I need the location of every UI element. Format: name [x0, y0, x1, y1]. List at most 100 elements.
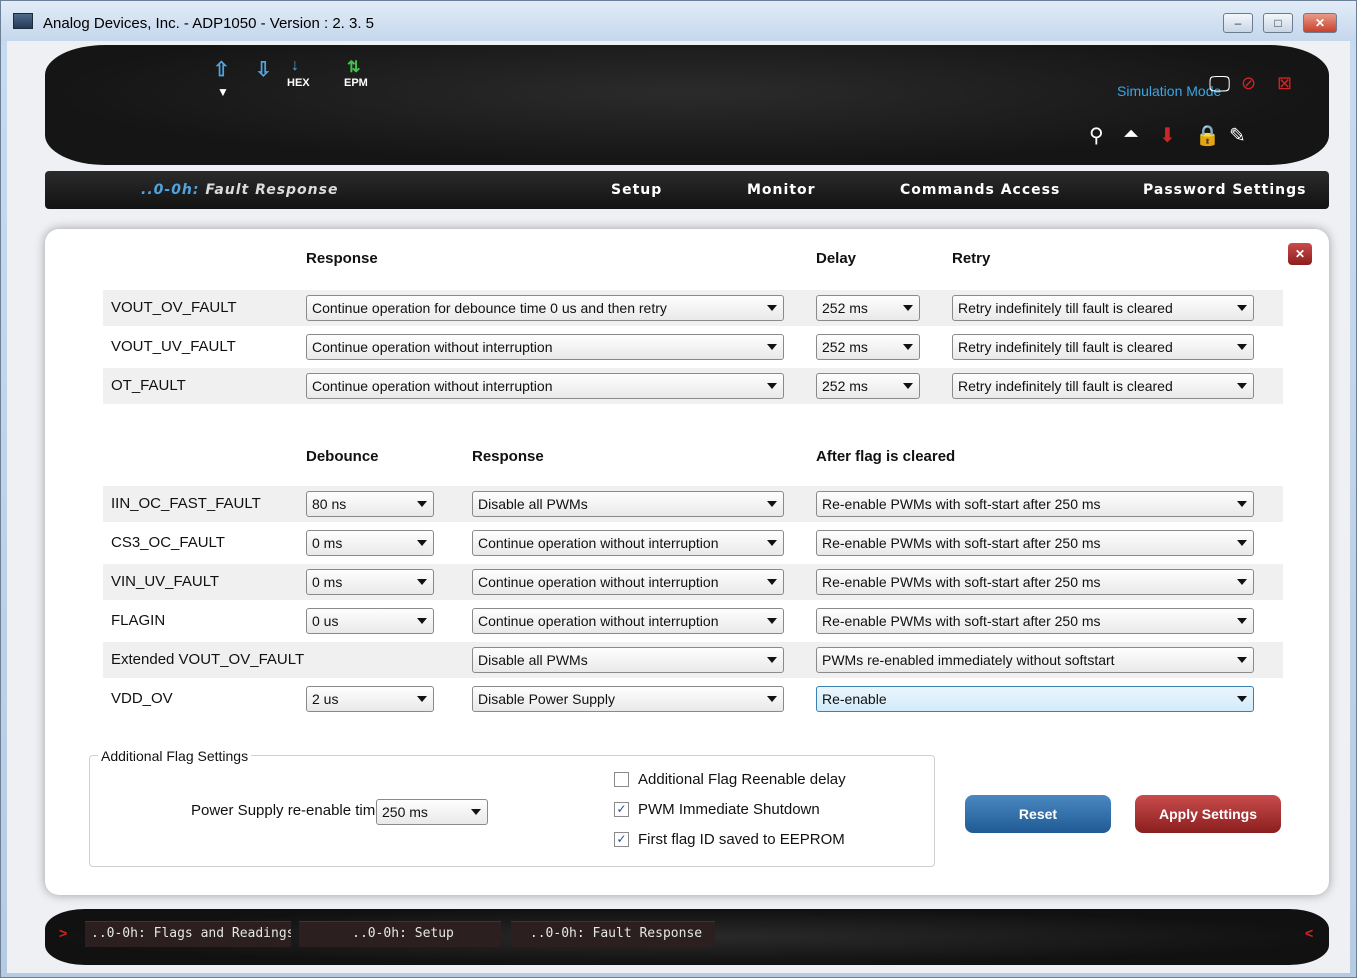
tab-monitor[interactable]: Monitor [747, 182, 816, 198]
bottom-tab-setup[interactable]: ..0-0h: Setup [299, 921, 501, 947]
delay-dropdown[interactable]: 252 ms [816, 295, 920, 321]
chevron-down-icon [1237, 540, 1247, 546]
response-dropdown[interactable]: Disable Power Supply [472, 686, 784, 712]
pwm-immediate-shutdown-checkbox[interactable]: ✓ [614, 802, 629, 817]
chip-download-icon[interactable]: ⬇ [1159, 123, 1176, 148]
epm-button[interactable]: EPM [344, 77, 368, 89]
client-area: ⇧ ▼ ⇩ ↓ HEX ⇅ EPM Simulation Mode 🖵 ⊘ ⊠ … [7, 41, 1350, 973]
after-flag-dropdown[interactable]: Re-enable PWMs with soft-start after 250… [816, 569, 1254, 595]
response-dropdown[interactable]: Continue operation without interruption [472, 569, 784, 595]
chevron-down-icon [903, 305, 913, 311]
response-dropdown[interactable]: Continue operation without interruption [472, 530, 784, 556]
retry-dropdown[interactable]: Retry indefinitely till fault is cleared [952, 295, 1254, 321]
window-close-button[interactable]: ✕ [1303, 13, 1337, 33]
chevron-down-icon [1237, 501, 1247, 507]
chevron-down-icon [767, 383, 777, 389]
after-flag-dropdown[interactable]: Re-enable [816, 686, 1254, 712]
debounce-dropdown[interactable]: 2 us [306, 686, 434, 712]
chevron-down-icon [1237, 657, 1247, 663]
waveform-icon[interactable]: ⏶ [1123, 123, 1139, 146]
dropdown-value: 250 ms [382, 804, 428, 820]
ps-reenable-dropdown[interactable]: 250 ms [376, 799, 488, 825]
tab-commands-access[interactable]: Commands Access [900, 182, 1060, 198]
maximize-button[interactable]: □ [1263, 13, 1293, 33]
app-icon [13, 13, 33, 29]
tab-setup[interactable]: Setup [611, 182, 662, 198]
chevron-down-icon [767, 305, 777, 311]
page-address-prefix: ..0-0h: [141, 182, 200, 198]
first-flag-id-eeprom-checkbox[interactable]: ✓ [614, 832, 629, 847]
response-dropdown[interactable]: Continue operation for debounce time 0 u… [306, 295, 784, 321]
group-legend: Additional Flag Settings [98, 748, 252, 764]
scroll-right-icon[interactable]: < [1305, 925, 1313, 941]
delay-dropdown[interactable]: 252 ms [816, 373, 920, 399]
header-retry: Retry [952, 250, 991, 267]
dropdown-value: Re-enable PWMs with soft-start after 250… [822, 613, 1101, 629]
dropdown-value: 0 ms [312, 574, 343, 590]
additional-flag-reenable-delay-checkbox[interactable] [614, 772, 629, 787]
debounce-dropdown[interactable]: 0 ms [306, 530, 434, 556]
download-icon[interactable]: ⇩ [255, 57, 272, 82]
scroll-left-icon[interactable]: > [59, 925, 67, 941]
dropdown-value: 252 ms [822, 378, 868, 394]
chevron-down-icon [767, 618, 777, 624]
after-flag-dropdown[interactable]: PWMs re-enabled immediately without soft… [816, 647, 1254, 673]
response-dropdown[interactable]: Disable all PWMs [472, 647, 784, 673]
epm-arrows-icon: ⇅ [347, 59, 361, 76]
debounce-dropdown[interactable]: 80 ns [306, 491, 434, 517]
disconnected-icon[interactable]: ⊘ [1241, 73, 1256, 94]
after-flag-dropdown[interactable]: Re-enable PWMs with soft-start after 250… [816, 491, 1254, 517]
lock-icon[interactable]: 🔒 [1195, 123, 1220, 148]
response-dropdown[interactable]: Continue operation without interruption [472, 608, 784, 634]
chevron-down-icon [767, 540, 777, 546]
response-dropdown[interactable]: Disable all PWMs [472, 491, 784, 517]
after-flag-dropdown[interactable]: Re-enable PWMs with soft-start after 250… [816, 608, 1254, 634]
debounce-dropdown[interactable]: 0 ms [306, 569, 434, 595]
retry-dropdown[interactable]: Retry indefinitely till fault is cleared [952, 334, 1254, 360]
dropdown-arrow-icon[interactable]: ▼ [217, 85, 229, 99]
dropdown-value: 252 ms [822, 339, 868, 355]
dropdown-value: 0 us [312, 613, 339, 629]
reset-button[interactable]: Reset [965, 795, 1111, 833]
dropdown-value: 80 ns [312, 496, 347, 512]
header-debounce: Debounce [306, 448, 379, 465]
window-title: Analog Devices, Inc. - ADP1050 - Version… [43, 15, 375, 32]
bottom-tab-flags-readings[interactable]: ..0-0h: Flags and Readings [85, 921, 291, 947]
hex-button[interactable]: HEX [287, 77, 310, 89]
header-delay: Delay [816, 250, 857, 267]
dropdown-value: 252 ms [822, 300, 868, 316]
chevron-down-icon [1237, 579, 1247, 585]
response-dropdown[interactable]: Continue operation without interruption [306, 334, 784, 360]
close-panel-button[interactable]: ✕ [1288, 243, 1312, 265]
response-dropdown[interactable]: Continue operation without interruption [306, 373, 784, 399]
dropdown-value: Disable Power Supply [478, 691, 615, 707]
minimize-button[interactable]: – [1223, 13, 1253, 33]
debounce-dropdown[interactable]: 0 us [306, 608, 434, 634]
checkbox-label: Additional Flag Reenable delay [638, 771, 846, 788]
after-flag-dropdown[interactable]: Re-enable PWMs with soft-start after 250… [816, 530, 1254, 556]
dropdown-value: Continue operation for debounce time 0 u… [312, 300, 667, 316]
fault-label: OT_FAULT [111, 377, 186, 394]
flag-label: Extended VOUT_OV_FAULT [111, 651, 305, 668]
dropdown-value: PWMs re-enabled immediately without soft… [822, 652, 1115, 668]
chevron-down-icon [1237, 383, 1247, 389]
chevron-down-icon [767, 657, 777, 663]
toolbar: ⇧ ▼ ⇩ ↓ HEX ⇅ EPM Simulation Mode 🖵 ⊘ ⊠ … [45, 45, 1329, 165]
chevron-down-icon [767, 501, 777, 507]
navigation-bar: ..0-0h: Fault Response Setup Monitor Com… [45, 171, 1329, 209]
dropdown-value: Continue operation without interruption [312, 378, 553, 394]
pencil-icon[interactable]: ✎ [1229, 123, 1246, 148]
search-icon[interactable]: ⚲ [1089, 123, 1104, 148]
apply-settings-button[interactable]: Apply Settings [1135, 795, 1281, 833]
retry-dropdown[interactable]: Retry indefinitely till fault is cleared [952, 373, 1254, 399]
current-page-title: ..0-0h: Fault Response [141, 182, 338, 198]
chevron-down-icon [1237, 696, 1247, 702]
bottom-tab-bar: > ..0-0h: Flags and Readings ..0-0h: Set… [45, 909, 1329, 965]
device-disconnected-icon[interactable]: ⊠ [1277, 73, 1292, 94]
upload-icon[interactable]: ⇧ [213, 57, 230, 82]
header-response: Response [472, 448, 544, 465]
delay-dropdown[interactable]: 252 ms [816, 334, 920, 360]
tab-password-settings[interactable]: Password Settings [1143, 182, 1306, 198]
bottom-tab-fault-response[interactable]: ..0-0h: Fault Response [511, 921, 715, 947]
ps-reenable-label: Power Supply re-enable time [191, 802, 384, 819]
